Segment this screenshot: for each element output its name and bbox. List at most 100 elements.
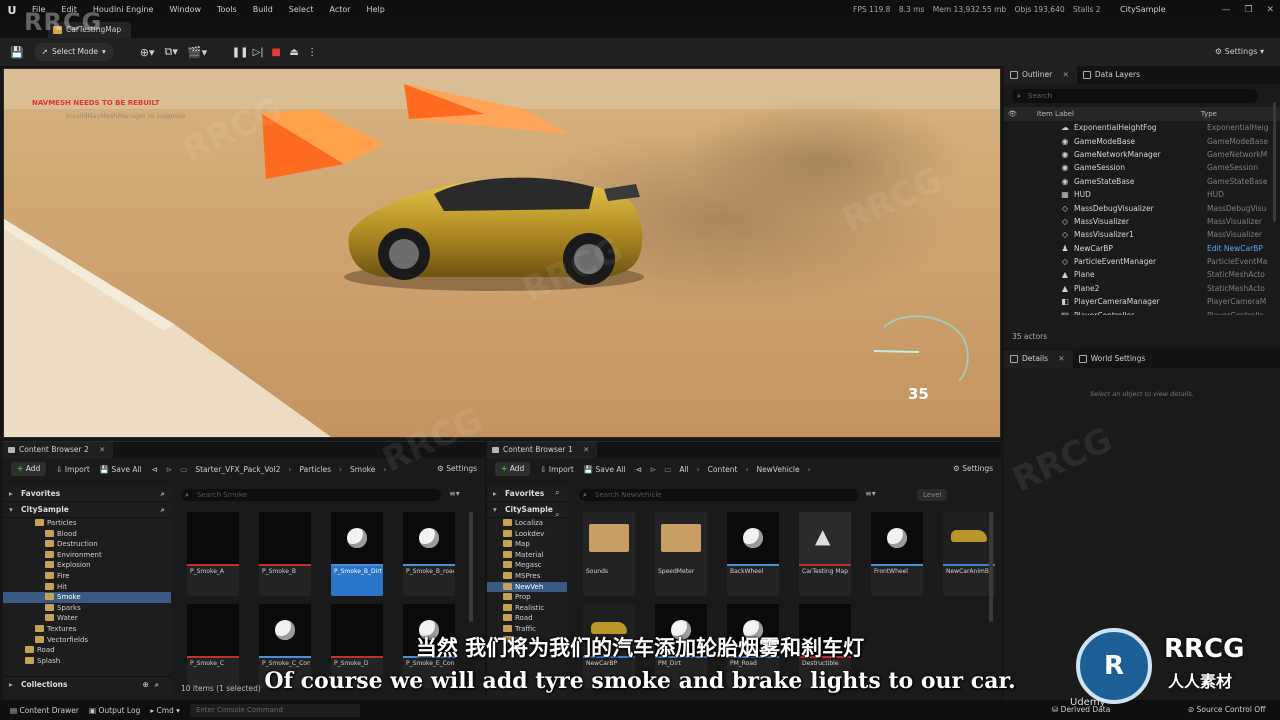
save-all-button[interactable]: 💾 Save All	[100, 465, 142, 474]
source-control-button[interactable]: ⊘ Source Control Off	[1188, 700, 1265, 720]
outliner-row[interactable]: ◇ MassDebugVisualizer MassDebugVisu	[1004, 201, 1280, 214]
history-forward-icon[interactable]: ⊳	[166, 465, 172, 474]
cinematics-icon[interactable]: 🎬▾	[188, 46, 207, 59]
folder-tree-item[interactable]: Sparks	[3, 603, 171, 614]
breadcrumb-item[interactable]: All	[679, 465, 688, 474]
filter-icon[interactable]: ≡▾	[449, 489, 460, 498]
folder-tree-item[interactable]: Environment	[3, 550, 171, 561]
folder-tree-item[interactable]: Fire	[3, 571, 171, 582]
tab-content-browser-1[interactable]: Content Browser 1 ✕	[487, 442, 598, 458]
root-header[interactable]: ▾ CitySample ⌕	[3, 502, 171, 518]
tab-data-layers[interactable]: Data Layers	[1077, 66, 1148, 84]
folder-tree-item[interactable]: Map	[487, 539, 567, 550]
folder-tree-item[interactable]: Road	[487, 613, 567, 624]
asset-tile[interactable]: P_Smoke_B_road	[403, 512, 455, 596]
tab-world-settings[interactable]: World Settings	[1073, 350, 1154, 368]
outliner-row[interactable]: ◇ MassVisualizer MassVisualizer	[1004, 215, 1280, 228]
close-icon[interactable]: ✕	[583, 445, 589, 454]
unreal-logo-icon[interactable]: U	[0, 0, 24, 20]
eject-icon[interactable]: ⏏	[287, 45, 301, 59]
cb2-scrollbar[interactable]	[469, 512, 473, 622]
asset-tile[interactable]: Sounds	[583, 512, 635, 596]
column-item-label[interactable]: Item Label	[1037, 110, 1201, 118]
cb1-scrollbar[interactable]	[989, 512, 993, 622]
folder-tree-item[interactable]: Blood	[3, 529, 171, 540]
outliner-row[interactable]: ☁ ExponentialHeightFog ExponentialHeig	[1004, 121, 1280, 134]
outliner-row[interactable]: ◉ GameNetworkManager GameNetworkM	[1004, 148, 1280, 161]
console-command-input[interactable]: Enter Console Command	[189, 703, 360, 717]
pause-icon[interactable]: ❚❚	[232, 45, 249, 59]
output-log-button[interactable]: ▣ Output Log	[89, 706, 140, 715]
asset-tile[interactable]: NewCarAnimBP	[943, 512, 995, 596]
search-icon[interactable]: ⌕	[161, 502, 165, 518]
search-icon[interactable]: ⌕	[161, 486, 165, 502]
folder-tree-item[interactable]: Particles	[3, 518, 171, 529]
close-icon[interactable]: ✕	[1058, 354, 1064, 363]
import-button[interactable]: ⇩ Import	[540, 465, 574, 474]
breadcrumb-item[interactable]: Content	[708, 465, 738, 474]
folder-tree-item[interactable]: MSPres	[487, 571, 567, 582]
stop-icon[interactable]: ■	[269, 45, 283, 59]
menu-window[interactable]: Window	[161, 0, 209, 20]
asset-tile[interactable]: P_Smoke_B	[259, 512, 311, 596]
add-actor-icon[interactable]: ⊕▾	[140, 46, 155, 59]
outliner-row[interactable]: ◇ ParticleEventManager ParticleEventMa	[1004, 255, 1280, 268]
cb2-settings-button[interactable]: ⚙ Settings	[437, 458, 477, 480]
folder-tree-item[interactable]: Hit	[3, 582, 171, 593]
tab-details[interactable]: Details ✕	[1004, 350, 1073, 368]
asset-tile[interactable]: BackWheel	[727, 512, 779, 596]
favorites-header[interactable]: ▸ Favorites ⌕	[3, 486, 171, 502]
close-icon[interactable]: ✕	[1266, 5, 1274, 15]
outliner-scrollbar[interactable]	[1273, 102, 1276, 222]
outliner-row[interactable]: ▲ Plane StaticMeshActo	[1004, 268, 1280, 281]
outliner-row[interactable]: ▲ Plane2 StaticMeshActo	[1004, 282, 1280, 295]
outliner-row[interactable]: ◧ PlayerCameraManager PlayerCameraM	[1004, 295, 1280, 308]
tab-outliner[interactable]: Outliner ✕	[1004, 66, 1077, 84]
import-button[interactable]: ⇩ Import	[56, 465, 90, 474]
search-icon[interactable]: ⌕	[555, 510, 559, 520]
tab-content-browser-2[interactable]: Content Browser 2 ✕	[3, 442, 114, 458]
asset-tile[interactable]: P_Smoke_A	[187, 512, 239, 596]
advance-frame-icon[interactable]: ▷|	[251, 45, 265, 59]
outliner-row[interactable]: 🎮 PlayerControllerPlayerControlle	[1004, 308, 1280, 315]
outliner-row[interactable]: ◉ GameStateBase GameStateBase	[1004, 175, 1280, 188]
folder-tree-item[interactable]: Prop	[487, 592, 567, 603]
menu-select[interactable]: Select	[281, 0, 322, 20]
breadcrumb-item[interactable]: Starter_VFX_Pack_Vol2	[195, 465, 280, 474]
menu-help[interactable]: Help	[359, 0, 393, 20]
level-viewport[interactable]: NAVMESH NEEDS TO BE REBUILT InvalidNavMe…	[3, 68, 1001, 438]
settings-button[interactable]: ⚙ Settings ▾	[1215, 43, 1264, 61]
folder-tree-item[interactable]: Realistic	[487, 603, 567, 614]
outliner-row[interactable]: ♟ NewCarBP Edit NewCarBP	[1004, 242, 1280, 255]
play-options-icon[interactable]: ⋮	[305, 45, 319, 59]
minimize-icon[interactable]: —	[1221, 5, 1230, 15]
maximize-icon[interactable]: ❐	[1244, 5, 1252, 15]
outliner-row[interactable]: ◉ GameSession GameSession	[1004, 161, 1280, 174]
breadcrumb-item[interactable]: Smoke	[350, 465, 375, 474]
search-icon[interactable]: ⌕	[555, 488, 559, 498]
menu-build[interactable]: Build	[245, 0, 281, 20]
breadcrumb-item[interactable]: NewVehicle	[756, 465, 799, 474]
content-drawer-button[interactable]: ▤ Content Drawer	[10, 706, 79, 715]
filter-icon[interactable]: ≡▾	[865, 489, 876, 498]
history-forward-icon[interactable]: ⊳	[650, 465, 656, 474]
cb2-search-input[interactable]: ⌕ Search Smoke	[181, 489, 441, 501]
save-icon[interactable]: 💾	[10, 46, 24, 59]
asset-tile[interactable]: SpeedMeter	[655, 512, 707, 596]
outliner-row[interactable]: ◉ GameModeBase GameModeBase	[1004, 134, 1280, 147]
folder-tree-item[interactable]: Megasc	[487, 560, 567, 571]
asset-tile[interactable]: P_Smoke_B_Dirt	[331, 512, 383, 596]
column-type[interactable]: Type	[1201, 110, 1217, 118]
level-filter-button[interactable]: Level	[917, 489, 948, 501]
folder-tree-item[interactable]: Smoke	[3, 592, 171, 603]
select-mode-dropdown[interactable]: ➚ Select Mode ▾	[33, 43, 114, 61]
close-icon[interactable]: ✕	[1063, 70, 1069, 79]
asset-tile[interactable]: FrontWheel	[871, 512, 923, 596]
add-button[interactable]: + Add	[11, 462, 47, 476]
folder-tree-item[interactable]: Destruction	[3, 539, 171, 550]
outliner-row[interactable]: ▦ HUD HUD	[1004, 188, 1280, 201]
history-back-icon[interactable]: ⊲	[636, 465, 642, 474]
add-button[interactable]: + Add	[495, 462, 531, 476]
history-back-icon[interactable]: ⊲	[152, 465, 158, 474]
save-all-button[interactable]: 💾 Save All	[584, 465, 626, 474]
